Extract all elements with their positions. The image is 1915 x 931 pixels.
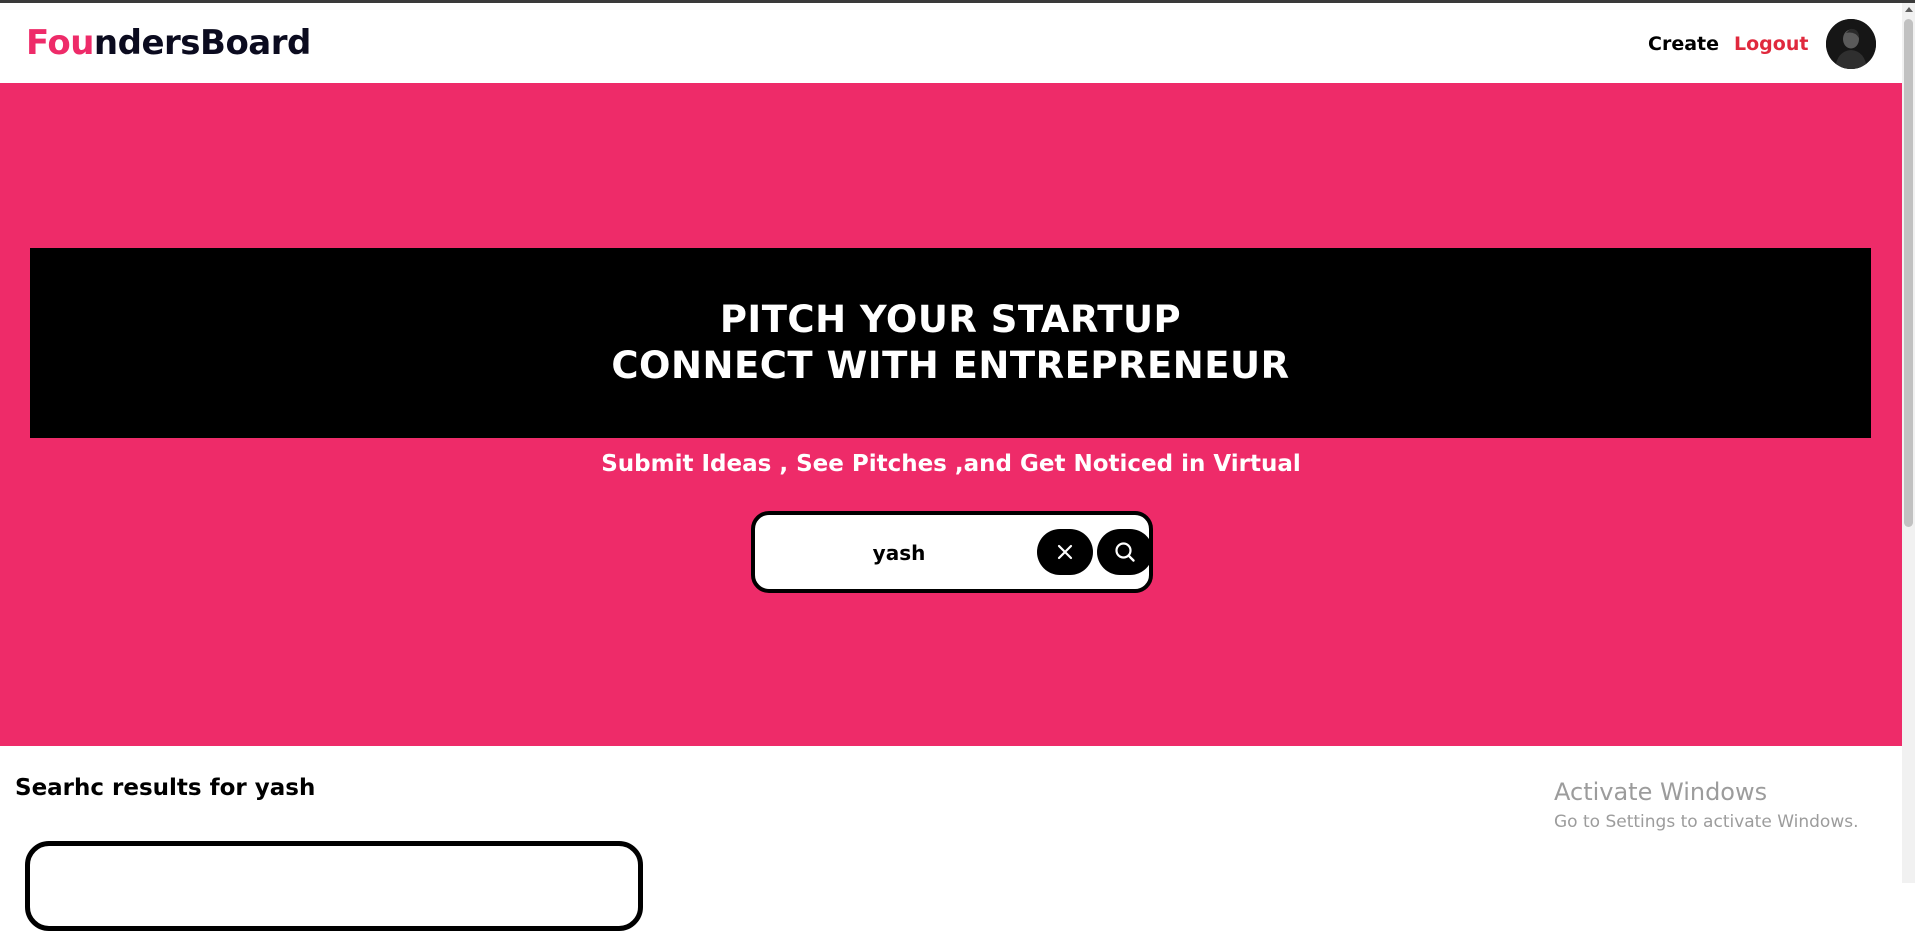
search-form	[751, 511, 1153, 593]
logo-accent: Fou	[26, 23, 94, 63]
windows-activation-subtitle: Go to Settings to activate Windows.	[1554, 812, 1859, 832]
page-scrollbar[interactable]	[1902, 3, 1915, 883]
hero-subheading: Submit Ideas , See Pitches ,and Get Noti…	[601, 451, 1301, 477]
hero-section: PITCH YOUR STARTUP CONNECT WITH ENTREPRE…	[0, 83, 1902, 746]
user-avatar[interactable]	[1826, 19, 1876, 69]
site-header: FoundersBoard Create Logout	[0, 3, 1902, 83]
clear-search-button[interactable]	[1037, 529, 1093, 575]
logo-rest: ndersBoard	[93, 23, 311, 63]
close-icon	[1057, 544, 1073, 560]
site-logo[interactable]: FoundersBoard	[26, 23, 311, 63]
search-input[interactable]	[767, 527, 1031, 579]
search-icon	[1115, 542, 1135, 562]
hero-heading-line2: CONNECT WITH ENTREPRENEUR	[611, 344, 1290, 387]
user-avatar-icon	[1826, 19, 1876, 69]
scroll-thumb[interactable]	[1904, 19, 1913, 527]
nav-create-link[interactable]: Create	[1648, 33, 1719, 55]
scroll-up-arrow-icon[interactable]	[1905, 7, 1913, 12]
hero-banner: PITCH YOUR STARTUP CONNECT WITH ENTREPRE…	[30, 248, 1871, 438]
windows-activation-title: Activate Windows	[1554, 778, 1768, 806]
search-results-title: Searhc results for yash	[15, 775, 316, 801]
hero-heading-line1: PITCH YOUR STARTUP	[719, 298, 1182, 341]
nav-logout-link[interactable]: Logout	[1734, 33, 1808, 55]
search-button[interactable]	[1097, 529, 1153, 575]
result-card[interactable]	[25, 841, 643, 931]
